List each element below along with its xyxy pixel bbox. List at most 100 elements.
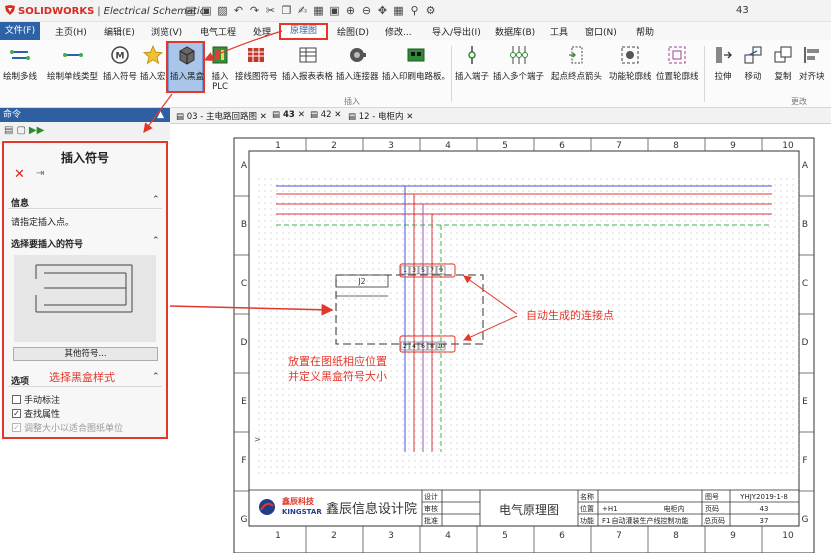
paste-icon[interactable]: ✍ [295, 3, 310, 18]
menu-help[interactable]: 帮助 [636, 25, 654, 38]
insert-report-table-button[interactable]: 插入报表表格 [282, 44, 333, 82]
origin-destination-arrow-button[interactable]: 起点终点箭头 [551, 44, 602, 82]
menu-process[interactable]: 处理 [253, 25, 271, 38]
insert-pcb-button[interactable]: 插入印刷电路板。 [382, 44, 450, 82]
paste-special-icon[interactable]: ▦ [311, 3, 326, 18]
close-tab-icon[interactable]: ✕ [334, 110, 341, 120]
place-annotation-line1: 放置在图纸相应位置 [288, 354, 387, 368]
page-value: 43 [760, 505, 769, 513]
open-icon[interactable]: ▤ [183, 3, 198, 18]
close-tab-icon[interactable]: ✕ [406, 112, 413, 122]
ribbon: 绘制多线 绘制单线类型 M 插入符号 插入宏 插入黑盒 [0, 40, 831, 108]
wiring-symbol-button[interactable]: 接线图符号 [235, 44, 278, 82]
menu-home[interactable]: 主页(H) [55, 25, 87, 38]
menu-database[interactable]: 数据库(B) [495, 25, 535, 38]
window-icon[interactable]: ▣ [327, 3, 342, 18]
info-text: 请指定插入点。 [11, 218, 75, 228]
drawing-canvas[interactable]: 1 2 3 4 5 6 7 8 9 10 1 2 3 4 5 6 7 8 9 1… [174, 124, 831, 553]
auto-connection-points-annotation: 自动生成的连接点 [526, 308, 614, 322]
insert-terminal-button[interactable]: 插入端子 [455, 44, 489, 82]
insert-macro-button[interactable]: 插入宏 [140, 44, 166, 82]
find-attributes-option[interactable]: ✓ 查找属性 [12, 407, 60, 420]
settings-icon[interactable]: ⚙ [423, 3, 438, 18]
command-panel-tools: ▤ ▢ ▶▶ [0, 122, 170, 140]
function-outline-button[interactable]: 功能轮廓线 [609, 44, 652, 82]
tab-43[interactable]: ▤ 43 ✕ [272, 110, 305, 120]
black-box-icon [179, 46, 195, 65]
manual-tagging-checkbox[interactable] [12, 395, 21, 404]
info-value: F1 [602, 517, 610, 525]
black-box-preview-graphic [35, 264, 133, 313]
menu-electrical-project[interactable]: 电气工程 [200, 25, 236, 38]
pin-number: 1 [403, 267, 407, 274]
insert-plc-button[interactable]: 插入 PLC [209, 44, 231, 92]
column-number: 5 [502, 531, 508, 541]
column-number: 5 [502, 141, 508, 151]
row-letter: F [802, 456, 807, 466]
insert-symbol-button[interactable]: M 插入符号 [103, 44, 137, 82]
collapse-info-icon[interactable]: ⌃ [152, 195, 160, 205]
menu-file[interactable]: 文件(F) [0, 22, 40, 40]
menu-view[interactable]: 浏览(V) [151, 25, 182, 38]
insert-black-box-button-active[interactable]: 插入黑盒 [170, 44, 204, 82]
menu-import-export[interactable]: 导入/导出(I) [432, 25, 481, 38]
insert-plc-label: 插入 [211, 72, 229, 82]
tab-42[interactable]: ▤ 42 ✕ [310, 110, 341, 120]
origin-arrow-icon [568, 46, 582, 64]
find-attributes-checkbox[interactable]: ✓ [12, 409, 21, 418]
insert-connector-button[interactable]: 插入连接器 [336, 44, 379, 82]
pan-icon[interactable]: ✥ [375, 3, 390, 18]
zoom-out-icon[interactable]: ⊖ [359, 3, 374, 18]
align-blocks-button[interactable]: 对齐块 [799, 44, 825, 82]
panel-window-icon[interactable]: ▢ [16, 125, 25, 137]
menu-window[interactable]: 窗口(N) [585, 25, 617, 38]
pin-panel-icon[interactable]: ⇥ [36, 168, 44, 179]
manual-tagging-option[interactable]: 手动标注 [12, 393, 60, 406]
cancel-icon[interactable]: ✕ [14, 167, 25, 182]
origin-marker-icon: > [254, 435, 261, 444]
draw-multi-line-button[interactable]: 绘制多线 [3, 44, 37, 82]
zoom-in-icon[interactable]: ⊕ [343, 3, 358, 18]
tab-12-cabinet[interactable]: ▤ 12 - 电柜内 ✕ [348, 110, 413, 122]
print-icon[interactable]: ▨ [215, 3, 230, 18]
origin-destination-arrow-label: 起点终点箭头 [551, 72, 603, 82]
move-button[interactable]: 移动 [742, 44, 764, 82]
find-attributes-label: 查找属性 [24, 410, 61, 420]
panel-go-icon[interactable]: ▶▶ [29, 125, 44, 137]
stretch-button[interactable]: 拉伸 [712, 44, 734, 82]
multi-line-icon [10, 50, 30, 60]
grid-icon[interactable]: ▦ [391, 3, 406, 18]
column-number: 2 [331, 531, 337, 541]
insert-multiple-terminals-button[interactable]: 插入多个端子 [493, 44, 544, 82]
other-symbols-button[interactable]: 其他符号... [13, 347, 158, 361]
copy-icon[interactable]: ❐ [279, 3, 294, 18]
undo-icon[interactable]: ↶ [231, 3, 246, 18]
move-label: 移动 [744, 72, 762, 82]
collapse-symbol-icon[interactable]: ⌃ [152, 236, 160, 246]
fit-drawing-unit-option: ✓ 调整大小以适合图纸单位 [12, 421, 123, 434]
menu-tools[interactable]: 工具 [550, 25, 568, 38]
collapse-options-icon[interactable]: ⌃ [152, 372, 160, 382]
symbol-icon: M [111, 46, 129, 64]
search-icon[interactable]: ⚲ [407, 3, 422, 18]
tab-03-main-circuit[interactable]: ▤ 03 - 主电路回路图 ✕ [176, 110, 267, 122]
close-tab-icon[interactable]: ✕ [260, 112, 267, 122]
sheet-title: 电气原理图 [499, 502, 559, 517]
location-outline-button[interactable]: 位置轮廓线 [656, 44, 699, 82]
menu-edit[interactable]: 编辑(E) [104, 25, 135, 38]
draw-single-line-button[interactable]: 绘制单线类型 [47, 44, 98, 82]
total-pages-label: 总页码 [704, 516, 725, 525]
redo-icon[interactable]: ↷ [247, 3, 262, 18]
menu-draw[interactable]: 绘图(D) [337, 25, 369, 38]
panel-page-icon[interactable]: ▤ [4, 125, 13, 137]
close-tab-icon[interactable]: ✕ [298, 110, 305, 120]
menu-modify[interactable]: 修改... [385, 25, 412, 38]
copy-button[interactable]: 复制 [772, 44, 794, 82]
row-letter: E [802, 397, 808, 407]
move-icon [744, 46, 762, 64]
pin-icon[interactable]: ▲ [157, 108, 164, 122]
menu-schematic[interactable]: 原理图 [279, 23, 328, 40]
cut-icon[interactable]: ✂ [263, 3, 278, 18]
sign-label: 审核 [424, 504, 438, 513]
save-icon[interactable]: ▣ [199, 3, 214, 18]
